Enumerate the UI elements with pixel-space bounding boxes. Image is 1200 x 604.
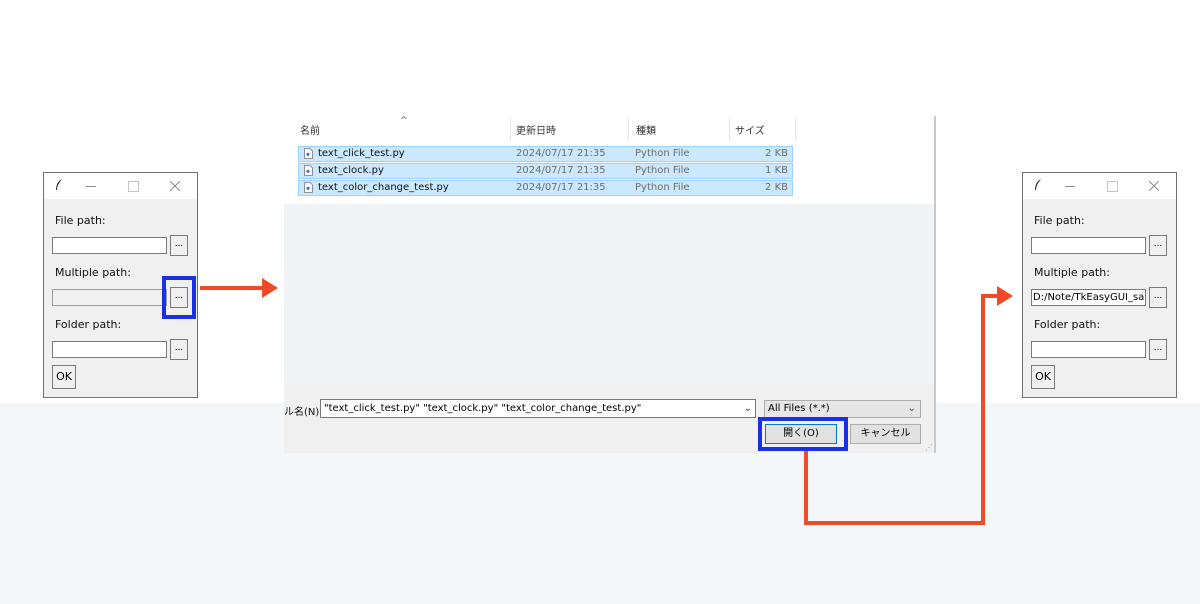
right-tk-window: File path: ... Multiple path: D:/Note/Tk… [1022,172,1177,398]
column-header-date[interactable]: 更新日時 [516,122,556,137]
file-size: 2 KB [765,148,788,159]
title-bar [44,173,197,199]
highlight-open-button [758,417,848,451]
file-path-input[interactable] [1031,237,1146,254]
file-list-empty-area[interactable] [284,204,936,384]
file-name-value: "text_click_test.py" "text_clock.py" "te… [324,403,642,414]
multiple-path-label: Multiple path: [55,266,131,279]
column-header-type[interactable]: 種類 [636,122,656,137]
maximize-icon[interactable] [1105,179,1119,193]
minimize-icon[interactable] [84,179,98,193]
file-type: Python File [635,182,690,193]
file-size: 2 KB [765,182,788,193]
close-icon[interactable] [1147,179,1161,193]
feather-icon [56,179,62,190]
multiple-browse-button[interactable]: ... [1149,287,1167,308]
folder-path-label: Folder path: [1034,318,1101,331]
file-browse-button[interactable]: ... [170,235,188,256]
file-type-value: All Files (*.*) [768,403,830,414]
python-file-icon [304,165,313,176]
file-type: Python File [635,165,690,176]
column-separator[interactable] [510,118,511,140]
file-name-input[interactable]: "text_click_test.py" "text_clock.py" "te… [320,399,756,418]
column-header-name[interactable]: 名前 [300,122,320,137]
file-type-select[interactable]: All Files (*.*) ⌄ [764,400,921,418]
python-file-icon [304,148,313,159]
python-file-icon [304,182,313,193]
cancel-button[interactable]: キャンセル [850,424,921,444]
chevron-down-icon[interactable]: ⌄ [744,400,752,417]
folder-browse-button[interactable]: ... [1149,339,1167,360]
title-bar [1023,173,1176,199]
column-header-size[interactable]: サイズ [735,122,765,137]
file-name: text_click_test.py [318,148,405,159]
feather-icon [1035,179,1041,190]
maximize-icon[interactable] [126,179,140,193]
chevron-down-icon[interactable]: ⌄ [908,401,916,417]
column-separator[interactable] [795,118,796,140]
file-type: Python File [635,148,690,159]
multiple-path-label: Multiple path: [1034,266,1110,279]
file-path-input[interactable] [52,237,167,254]
column-separator[interactable] [628,118,629,140]
file-size: 1 KB [765,165,788,176]
file-browse-button[interactable]: ... [1149,235,1167,256]
dialog-border [934,116,936,453]
column-separator[interactable] [729,118,730,140]
file-name-label: ル名(N): [284,407,323,418]
folder-path-input[interactable] [52,341,167,358]
resize-grip-icon[interactable]: ⋰ [925,443,933,452]
file-date: 2024/07/17 21:35 [516,182,606,193]
arrow-to-dialog [200,278,278,298]
file-path-label: File path: [1034,214,1085,227]
close-icon[interactable] [168,179,182,193]
highlight-multiple-browse [162,276,196,319]
file-open-dialog: ^ 名前 更新日時 種類 サイズ text_click_test.py 2024… [284,116,936,453]
file-row[interactable]: text_clock.py 2024/07/17 21:35 Python Fi… [298,163,793,179]
file-date: 2024/07/17 21:35 [516,165,606,176]
folder-browse-button[interactable]: ... [170,339,188,360]
sort-ascending-icon: ^ [400,116,408,126]
file-date: 2024/07/17 21:35 [516,148,606,159]
file-name: text_clock.py [318,165,384,176]
multiple-path-input[interactable]: D:/Note/TkEasyGUI_sar [1031,289,1146,306]
folder-path-input[interactable] [1031,341,1146,358]
multiple-path-input[interactable] [52,289,167,306]
ok-button[interactable]: OK [1031,365,1055,389]
file-list: ^ 名前 更新日時 種類 サイズ text_click_test.py 2024… [284,116,936,204]
folder-path-label: Folder path: [55,318,122,331]
ok-button[interactable]: OK [52,365,76,389]
file-row[interactable]: text_color_change_test.py 2024/07/17 21:… [298,180,793,196]
file-name: text_color_change_test.py [318,182,449,193]
file-row[interactable]: text_click_test.py 2024/07/17 21:35 Pyth… [298,146,793,162]
minimize-icon[interactable] [1063,179,1077,193]
file-path-label: File path: [55,214,106,227]
